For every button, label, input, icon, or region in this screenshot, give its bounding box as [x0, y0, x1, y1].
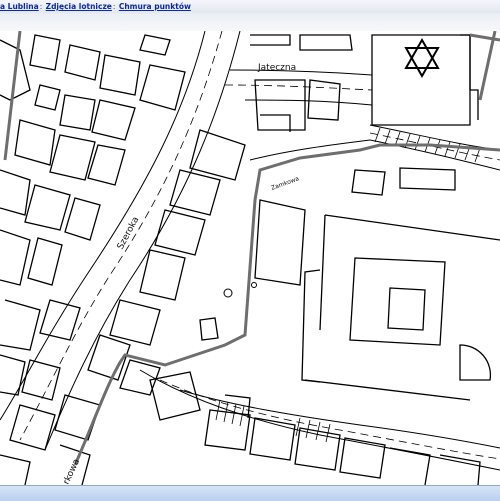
breadcrumb-link-lublin[interactable]: a Lublina [0, 2, 39, 11]
breadcrumb-separator: : [112, 2, 116, 11]
breadcrumb-link-point-cloud[interactable]: Chmura punktów [119, 2, 191, 11]
star-of-david-icon [404, 37, 440, 79]
stair-hatching [215, 127, 481, 443]
route-line [3, 31, 500, 466]
top-bar: a Lublina: Zdjęcia lotnicze: Chmura punk… [0, 0, 500, 14]
toolbar-strip [0, 13, 500, 32]
map-marker [223, 288, 233, 298]
street-label-jateczna: Jateczna [257, 63, 296, 73]
map-marker [251, 282, 257, 288]
map-view[interactable]: Jateczna Szeroka Zamkowa rkowa [0, 31, 500, 485]
street-label-partial: rkowa [62, 458, 82, 485]
status-bar [0, 485, 500, 501]
breadcrumb: a Lublina: Zdjęcia lotnicze: Chmura punk… [0, 1, 191, 12]
breadcrumb-separator: : [39, 2, 43, 11]
street-label-zamkowa: Zamkowa [270, 175, 300, 192]
breadcrumb-link-aerial-photos[interactable]: Zdjęcia lotnicze [46, 2, 112, 11]
map-canvas[interactable]: Jateczna Szeroka Zamkowa rkowa [0, 31, 500, 485]
